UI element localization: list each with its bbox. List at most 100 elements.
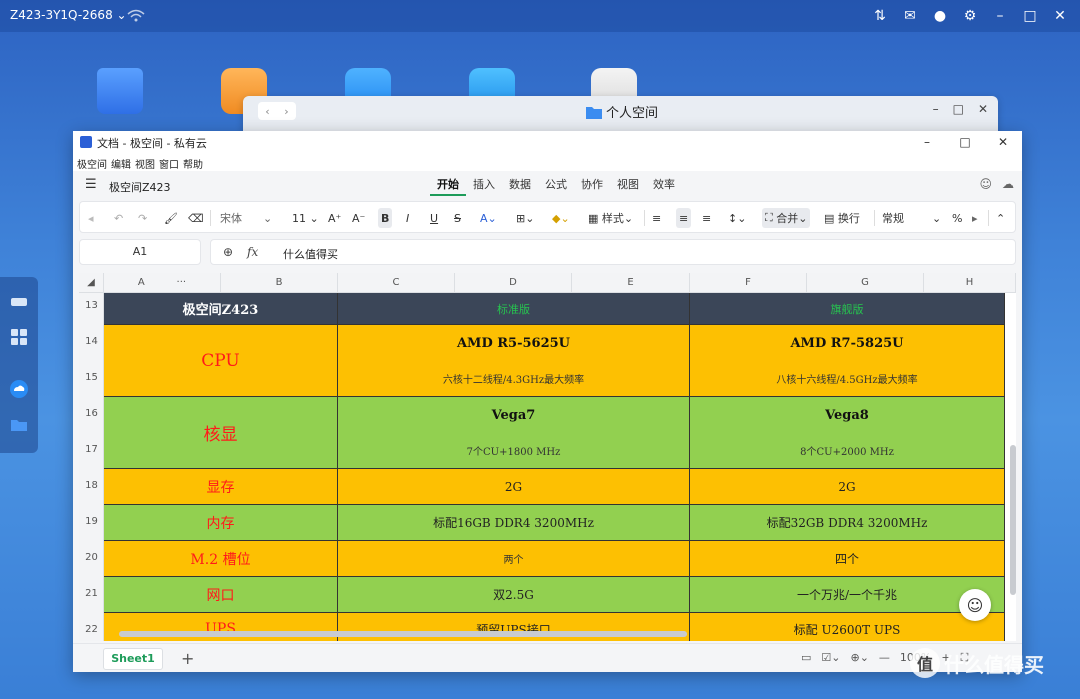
scroll-right-icon[interactable]: ▸ bbox=[972, 208, 978, 228]
mail-icon[interactable]: ✉ bbox=[900, 6, 920, 26]
folder-app-icon[interactable] bbox=[97, 68, 143, 114]
gpu-standard-sub[interactable]: 7个CU+1800 MHz bbox=[338, 433, 690, 469]
tab-efficiency[interactable]: 效率 bbox=[646, 176, 682, 196]
row-header[interactable]: 19 bbox=[79, 516, 104, 527]
menu-item-edit[interactable]: 编辑 bbox=[111, 153, 135, 171]
transfer-icon[interactable]: ⇅ bbox=[870, 6, 890, 26]
row-header[interactable]: 21 bbox=[79, 588, 104, 599]
format-painter-icon[interactable]: 🖌 bbox=[164, 208, 178, 228]
comment-icon[interactable]: ▭ bbox=[801, 651, 811, 665]
protect-icon[interactable]: ☑⌄ bbox=[821, 651, 840, 665]
gear-icon[interactable]: ⚙ bbox=[960, 6, 980, 26]
increase-font-icon[interactable]: A⁺ bbox=[328, 208, 341, 228]
font-color-icon[interactable]: A⌄ bbox=[480, 208, 497, 228]
vram-standard[interactable]: 2G bbox=[338, 469, 690, 505]
memory-flagship[interactable]: 标配32GB DDR4 3200MHz bbox=[690, 505, 1005, 541]
row-header[interactable]: 22 bbox=[79, 624, 104, 635]
row-header[interactable]: 18 bbox=[79, 480, 104, 491]
cpu-flagship-main[interactable]: AMD R7-5825U bbox=[690, 325, 1005, 361]
cloud-icon[interactable] bbox=[9, 379, 29, 399]
column-header-h[interactable]: H bbox=[924, 273, 1016, 293]
tab-insert[interactable]: 插入 bbox=[466, 176, 502, 196]
italic-icon[interactable]: I bbox=[406, 208, 409, 228]
align-right-icon[interactable]: ≡ bbox=[702, 208, 711, 228]
row-label-network[interactable]: 网口 bbox=[104, 577, 338, 613]
column-header-d[interactable]: D bbox=[455, 273, 572, 293]
back-icon[interactable]: ‹ bbox=[265, 105, 269, 118]
tab-collaborate[interactable]: 协作 bbox=[574, 176, 610, 196]
apps-grid-icon[interactable] bbox=[9, 327, 29, 347]
row-header[interactable]: 17 bbox=[79, 444, 104, 455]
assistant-bot-icon[interactable]: ☺ bbox=[959, 589, 991, 621]
close-icon[interactable]: ✕ bbox=[978, 102, 988, 116]
gpu-flagship-main[interactable]: Vega8 bbox=[690, 397, 1005, 433]
cpu-standard-main[interactable]: AMD R5-5625U bbox=[338, 325, 690, 361]
align-left-icon[interactable]: ≡ bbox=[652, 208, 661, 228]
folder-icon[interactable] bbox=[9, 415, 29, 435]
select-all-corner[interactable]: ◢ bbox=[79, 273, 104, 293]
hamburger-menu-icon[interactable]: ☰ bbox=[85, 177, 97, 192]
network-standard[interactable]: 双2.5G bbox=[338, 577, 690, 613]
forward-icon[interactable]: › bbox=[284, 105, 288, 118]
column-header-e[interactable]: E bbox=[572, 273, 690, 293]
close-icon[interactable]: ✕ bbox=[1050, 6, 1070, 26]
zoom-out-icon[interactable]: — bbox=[879, 651, 890, 665]
minimize-icon[interactable]: – bbox=[908, 131, 946, 153]
table-header-model[interactable]: 极空间Z423 bbox=[104, 293, 338, 325]
maximize-icon[interactable]: □ bbox=[953, 102, 964, 116]
horizontal-scrollbar[interactable] bbox=[119, 631, 1004, 637]
row-header[interactable]: 16 bbox=[79, 408, 104, 419]
row-label-cpu[interactable]: CPU bbox=[104, 325, 338, 397]
assistant-icon[interactable]: ☺ bbox=[979, 177, 992, 191]
row-label-memory[interactable]: 内存 bbox=[104, 505, 338, 541]
scroll-thumb[interactable] bbox=[1010, 445, 1016, 595]
column-header-f[interactable]: F bbox=[690, 273, 807, 293]
cpu-flagship-sub[interactable]: 八核十六线程/4.5GHz最大频率 bbox=[690, 361, 1005, 397]
menu-item-view[interactable]: 视图 bbox=[135, 153, 159, 171]
bold-icon[interactable]: B bbox=[378, 208, 393, 228]
eraser-icon[interactable]: ⌫ bbox=[188, 208, 204, 228]
tab-home[interactable]: 开始 bbox=[430, 176, 466, 196]
m2-standard[interactable]: 两个 bbox=[338, 541, 690, 577]
wrap-button[interactable]: ▤ 换行 bbox=[824, 208, 860, 228]
spreadsheet-grid[interactable]: ◢ A ··· B C D E F G H 13 14 15 16 17 18 … bbox=[79, 273, 1016, 641]
minimize-icon[interactable]: – bbox=[933, 102, 939, 116]
scroll-thumb[interactable] bbox=[119, 631, 687, 637]
strikethrough-icon[interactable]: S bbox=[454, 208, 461, 228]
vram-flagship[interactable]: 2G bbox=[690, 469, 1005, 505]
formula-input[interactable]: ⊕ fx 什么值得买 bbox=[210, 239, 1016, 265]
add-sheet-icon[interactable]: + bbox=[181, 649, 194, 668]
column-header-c[interactable]: C bbox=[338, 273, 455, 293]
column-header-a[interactable]: A ··· bbox=[104, 273, 221, 293]
redo-icon[interactable]: ↷ bbox=[138, 208, 147, 228]
underline-icon[interactable]: U bbox=[430, 208, 438, 228]
network-flagship[interactable]: 一个万兆/一个千兆 bbox=[690, 577, 1005, 613]
tab-data[interactable]: 数据 bbox=[502, 176, 538, 196]
font-family-select[interactable]: 宋体 ⌄ bbox=[220, 208, 272, 228]
maximize-icon[interactable]: □ bbox=[946, 131, 984, 153]
percent-button[interactable]: % bbox=[952, 208, 962, 228]
maximize-icon[interactable]: □ bbox=[1020, 6, 1040, 26]
table-header-flagship[interactable]: 旗舰版 bbox=[690, 293, 1005, 325]
align-center-icon[interactable]: ≡ bbox=[676, 208, 692, 228]
border-icon[interactable]: ⊞⌄ bbox=[516, 208, 534, 228]
tab-view[interactable]: 视图 bbox=[610, 176, 646, 196]
document-name[interactable]: 极空间Z423 bbox=[109, 179, 171, 195]
scroll-left-icon[interactable]: ◂ bbox=[88, 208, 94, 228]
minimize-icon[interactable]: – bbox=[990, 6, 1010, 26]
row-label-vram[interactable]: 显存 bbox=[104, 469, 338, 505]
decrease-font-icon[interactable]: A⁻ bbox=[352, 208, 365, 228]
column-header-g[interactable]: G bbox=[807, 273, 924, 293]
menu-item-app[interactable]: 极空间 bbox=[77, 153, 111, 171]
m2-flagship[interactable]: 四个 bbox=[690, 541, 1005, 577]
memory-standard[interactable]: 标配16GB DDR4 3200MHz bbox=[338, 505, 690, 541]
cpu-standard-sub[interactable]: 六核十二线程/4.3GHz最大频率 bbox=[338, 361, 690, 397]
cell-reference-box[interactable]: A1 bbox=[79, 239, 201, 265]
row-header[interactable]: 20 bbox=[79, 552, 104, 563]
table-header-standard[interactable]: 标准版 bbox=[338, 293, 690, 325]
row-header[interactable]: 14 bbox=[79, 336, 104, 347]
function-icon[interactable]: fx bbox=[247, 245, 258, 259]
drive-icon[interactable] bbox=[9, 291, 29, 311]
font-size-select[interactable]: 11 ⌄ bbox=[292, 208, 319, 228]
vertical-align-icon[interactable]: ↕⌄ bbox=[728, 208, 746, 228]
